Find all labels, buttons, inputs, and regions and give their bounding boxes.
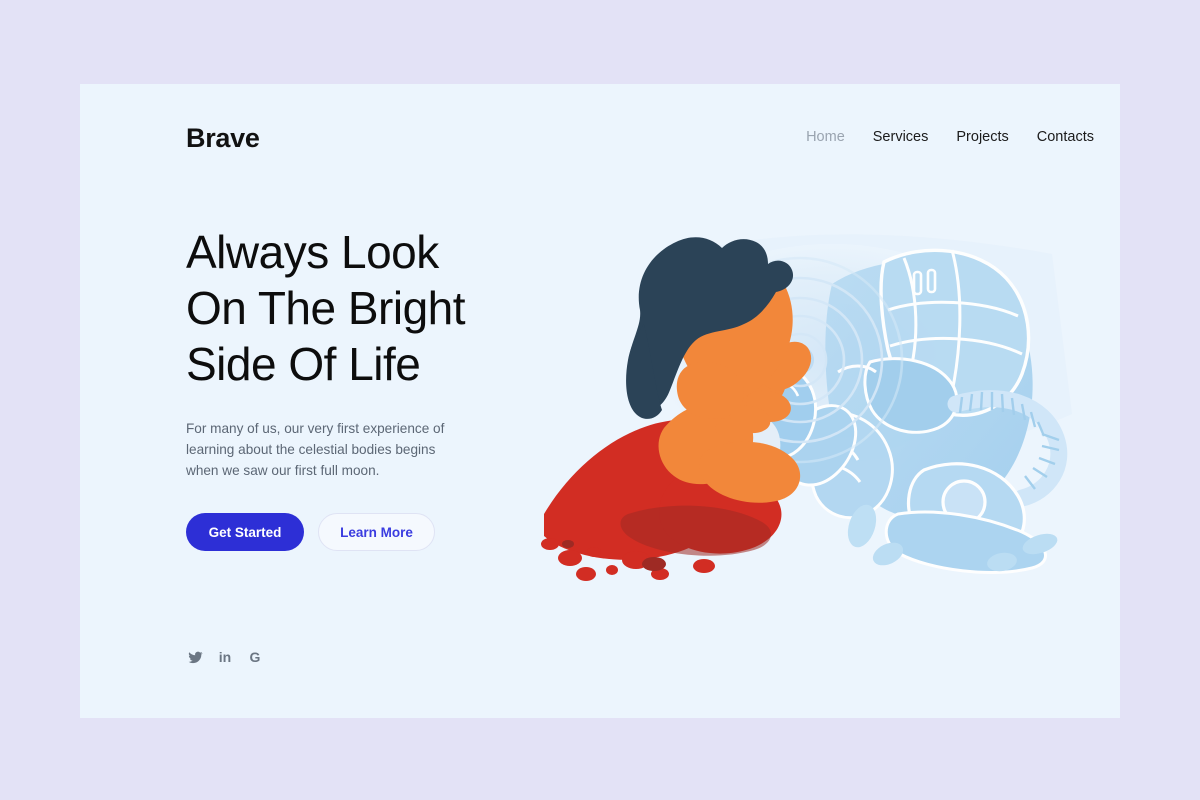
nav-item-contacts[interactable]: Contacts <box>1037 128 1094 146</box>
brand-logo[interactable]: Brave <box>186 122 260 154</box>
description-line-1: For many of us, our very first experienc… <box>186 421 445 436</box>
hero-card: Brave Home Services Projects Contacts Al… <box>80 84 1120 718</box>
site-header: Brave Home Services Projects Contacts <box>186 118 1094 158</box>
description-line-2: learning about the celestial bodies begi… <box>186 442 436 457</box>
headline-line-2: On The Bright <box>186 282 466 334</box>
google-icon-label: G <box>249 649 261 665</box>
description-line-3: when we saw our first full moon. <box>186 463 380 478</box>
google-icon[interactable]: G <box>246 648 264 666</box>
hero-content: Always Look On The Bright Side Of Life F… <box>186 224 586 551</box>
page-root: Brave Home Services Projects Contacts Al… <box>0 0 1200 800</box>
nav-item-services[interactable]: Services <box>873 128 929 146</box>
get-started-button[interactable]: Get Started <box>186 513 304 551</box>
page-title: Always Look On The Bright Side Of Life <box>186 224 586 392</box>
nav-item-projects[interactable]: Projects <box>956 128 1008 146</box>
hero-actions: Get Started Learn More <box>186 513 586 551</box>
headline-line-1: Always Look <box>186 226 439 278</box>
learn-more-button[interactable]: Learn More <box>318 513 435 551</box>
linkedin-icon[interactable]: in <box>216 648 234 666</box>
main-nav: Home Services Projects Contacts <box>806 128 1094 146</box>
hero-description: For many of us, our very first experienc… <box>186 418 448 481</box>
twitter-icon[interactable] <box>186 648 204 666</box>
linkedin-icon-label: in <box>218 649 232 665</box>
hero-illustration <box>532 214 1092 584</box>
social-links: in G <box>186 648 264 666</box>
headline-line-3: Side Of Life <box>186 338 421 390</box>
nav-item-home[interactable]: Home <box>806 128 845 146</box>
